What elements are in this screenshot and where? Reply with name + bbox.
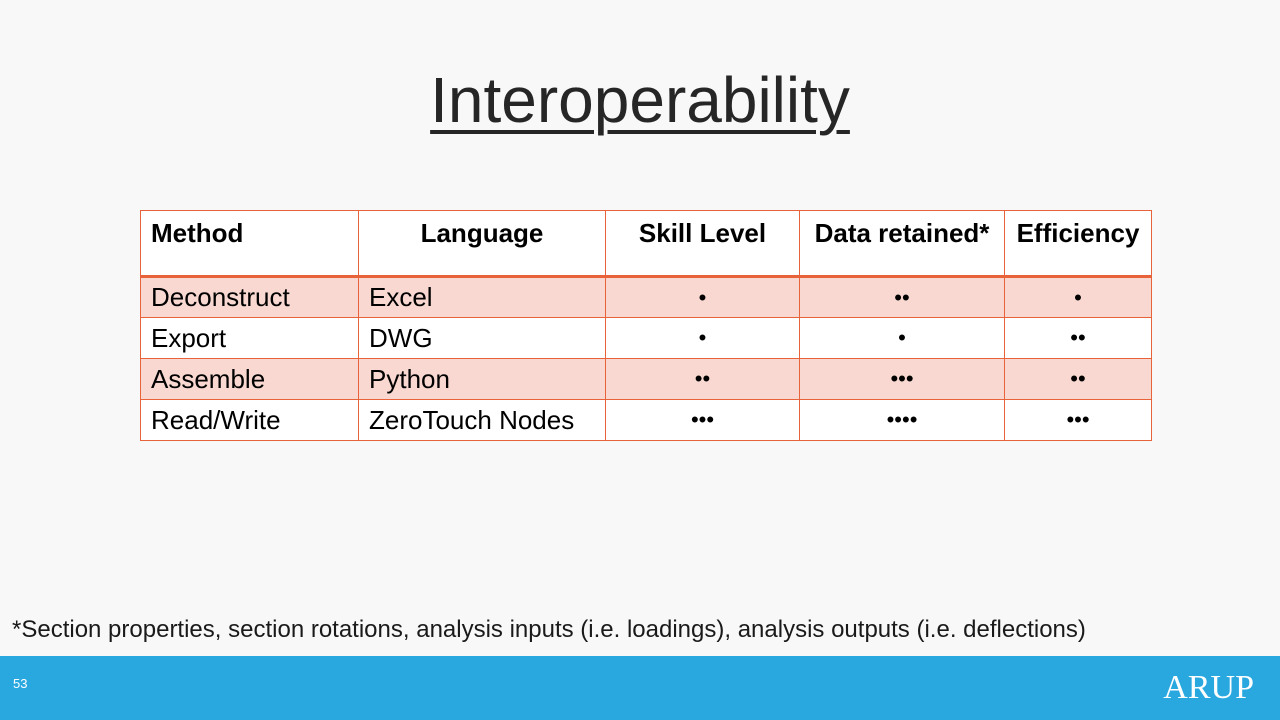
cell-skill-level: •• (605, 358, 800, 400)
cell-data-retained: • (799, 317, 1005, 359)
cell-skill-level: ••• (605, 399, 800, 441)
cell-skill-level: • (605, 276, 800, 318)
header-data-retained: Data retained* (799, 210, 1005, 278)
cell-language: ZeroTouch Nodes (358, 399, 606, 441)
cell-method: Deconstruct (140, 276, 359, 318)
cell-efficiency: •• (1004, 358, 1152, 400)
footnote: *Section properties, section rotations, … (12, 616, 1086, 643)
arup-logo: ARUP (1163, 669, 1254, 706)
cell-language: Python (358, 358, 606, 400)
page-number: 53 (13, 676, 28, 691)
cell-skill-level: • (605, 317, 800, 359)
header-efficiency: Efficiency (1004, 210, 1152, 278)
cell-method: Export (140, 317, 359, 359)
footer-bar: 53 ARUP (0, 656, 1280, 720)
comparison-table: Method Language Skill Level Data retaine… (140, 210, 1152, 441)
cell-efficiency: ••• (1004, 399, 1152, 441)
cell-method: Assemble (140, 358, 359, 400)
table-row: Deconstruct Excel • •• • (140, 276, 1152, 318)
header-language: Language (358, 210, 606, 278)
cell-data-retained: ••• (799, 358, 1005, 400)
cell-language: Excel (358, 276, 606, 318)
cell-language: DWG (358, 317, 606, 359)
table-header-row: Method Language Skill Level Data retaine… (140, 210, 1152, 278)
table-row: Export DWG • • •• (140, 317, 1152, 359)
cell-data-retained: •••• (799, 399, 1005, 441)
cell-data-retained: •• (799, 276, 1005, 318)
header-skill-level: Skill Level (605, 210, 800, 278)
cell-efficiency: • (1004, 276, 1152, 318)
slide: Interoperability Method Language Skill L… (0, 0, 1280, 720)
table-row: Assemble Python •• ••• •• (140, 358, 1152, 400)
header-method: Method (140, 210, 359, 278)
table-row: Read/Write ZeroTouch Nodes ••• •••• ••• (140, 399, 1152, 441)
cell-efficiency: •• (1004, 317, 1152, 359)
slide-title: Interoperability (430, 64, 850, 136)
cell-method: Read/Write (140, 399, 359, 441)
